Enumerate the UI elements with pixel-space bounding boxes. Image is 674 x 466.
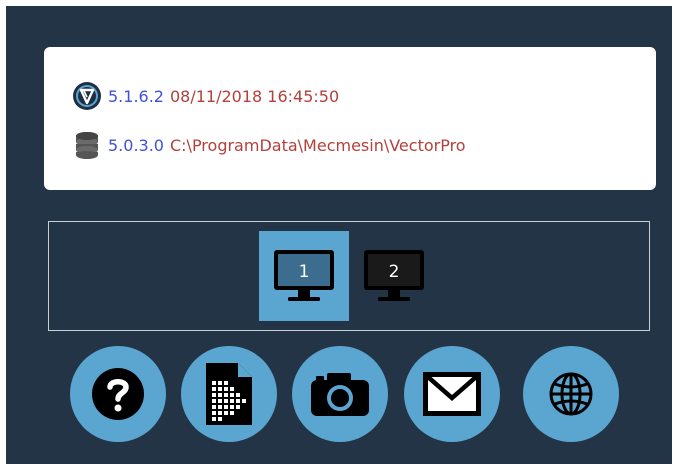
- database-path: C:\ProgramData\Mecmesin\VectorPro: [169, 135, 466, 155]
- monitor-1-button[interactable]: 1: [259, 231, 349, 321]
- help-icon: [92, 368, 144, 420]
- email-button[interactable]: [404, 346, 500, 442]
- database-version: 5.0.3.0: [108, 135, 164, 155]
- globe-icon: [549, 372, 593, 416]
- database-version-row: 5.0.3.0 C:\ProgramData\Mecmesin\VectorPr…: [72, 129, 466, 161]
- monitor-number: 2: [388, 262, 400, 282]
- report-icon: [206, 363, 252, 425]
- website-button[interactable]: [523, 346, 619, 442]
- version-info-card: 5.1.6.2 08/11/2018 16:45:50 5.0.3.0 C:\P…: [44, 47, 656, 190]
- app-build-date: 08/11/2018 16:45:50: [169, 86, 340, 106]
- app-version-row: 5.1.6.2 08/11/2018 16:45:50: [72, 80, 339, 112]
- mail-icon: [423, 372, 481, 416]
- report-button[interactable]: [181, 346, 277, 442]
- monitor-number: 1: [298, 262, 310, 282]
- help-button[interactable]: [70, 346, 166, 442]
- monitor-2-button[interactable]: 2: [349, 231, 439, 321]
- database-icon: [76, 132, 98, 159]
- app-version: 5.1.6.2: [108, 86, 164, 106]
- about-window: 5.1.6.2 08/11/2018 16:45:50 5.0.3.0 C:\P…: [6, 6, 672, 464]
- monitor-selector: 1 2: [48, 221, 650, 331]
- camera-icon: [311, 373, 369, 416]
- vector-app-icon: [73, 82, 101, 110]
- screenshot-button[interactable]: [292, 346, 388, 442]
